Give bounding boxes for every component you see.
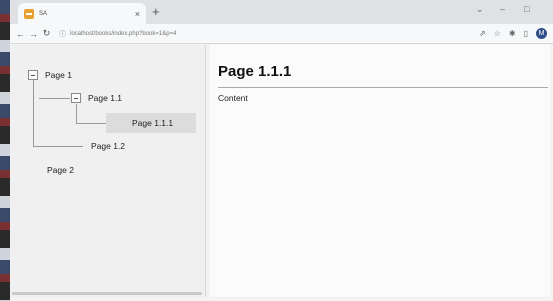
site-info-icon[interactable]: ⓘ — [59, 29, 66, 39]
browser-tab[interactable]: SA × — [18, 3, 146, 24]
minimize-icon[interactable]: – — [500, 4, 505, 14]
tree-line — [33, 80, 34, 146]
page-title: Page 1.1.1 — [218, 63, 292, 80]
tree-node-label: Page 1.2 — [91, 141, 126, 151]
tree-line — [39, 98, 70, 99]
tree-node-label: Page 1.1 — [88, 93, 123, 103]
address-bar[interactable]: ⓘ localhost/books/index.php?book=1&p=4 — [53, 26, 475, 42]
share-icon[interactable]: ⇗ — [479, 29, 486, 38]
tree-node-page-1-1[interactable]: Page 1.1 — [71, 93, 122, 103]
tree-node-label: Page 1 — [45, 70, 72, 80]
tree-node-page-1[interactable]: Page 1 — [28, 70, 72, 80]
maximize-icon[interactable]: □ — [524, 4, 529, 14]
tree-node-label: Page 1.1.1 — [132, 118, 174, 128]
browser-toolbar: ← → ↻ ⓘ localhost/books/index.php?book=1… — [10, 24, 553, 44]
tab-search-icon[interactable]: ⌄ — [476, 4, 484, 15]
collapse-icon[interactable] — [71, 93, 81, 103]
sidepanel-icon[interactable]: ▯ — [524, 29, 528, 38]
profile-avatar[interactable]: M — [536, 28, 547, 39]
page-body-text: Content — [218, 93, 248, 103]
horizontal-scrollbar[interactable] — [12, 292, 202, 295]
tree-node-label: Page 2 — [47, 165, 74, 175]
bookmark-star-icon[interactable]: ☆ — [494, 29, 501, 38]
favicon-icon — [24, 8, 34, 19]
new-tab-button[interactable]: + — [152, 4, 160, 19]
title-divider — [218, 87, 548, 88]
tab-close-icon[interactable]: × — [135, 9, 140, 19]
page-content: Page 1 Page 1.1 Page 1.1.1 Page 1.2 Page… — [10, 45, 553, 301]
tree-node-page-1-2[interactable]: Page 1.2 — [91, 141, 125, 151]
tab-title: SA — [39, 10, 48, 17]
browser-window: SA × + ⌄ – □ ← → ↻ ⓘ localhost/books/ind… — [10, 0, 553, 301]
tree-node-page-2[interactable]: Page 2 — [47, 165, 74, 175]
tab-strip: SA × + ⌄ – □ — [10, 0, 553, 24]
tree-line — [33, 146, 83, 147]
tree-line — [76, 104, 77, 124]
collapse-icon[interactable] — [28, 70, 38, 80]
url-text[interactable]: localhost/books/index.php?book=1&p=4 — [70, 31, 176, 37]
tree-node-page-1-1-1[interactable]: Page 1.1.1 — [106, 113, 196, 133]
forward-icon[interactable]: → — [27, 29, 40, 39]
main-content: Page 1.1.1 Content — [210, 45, 550, 297]
tree-sidebar: Page 1 Page 1.1 Page 1.1.1 Page 1.2 Page… — [10, 45, 206, 297]
extensions-icon[interactable]: ✱ — [509, 29, 516, 38]
back-icon[interactable]: ← — [14, 29, 27, 39]
reload-icon[interactable]: ↻ — [40, 28, 53, 39]
